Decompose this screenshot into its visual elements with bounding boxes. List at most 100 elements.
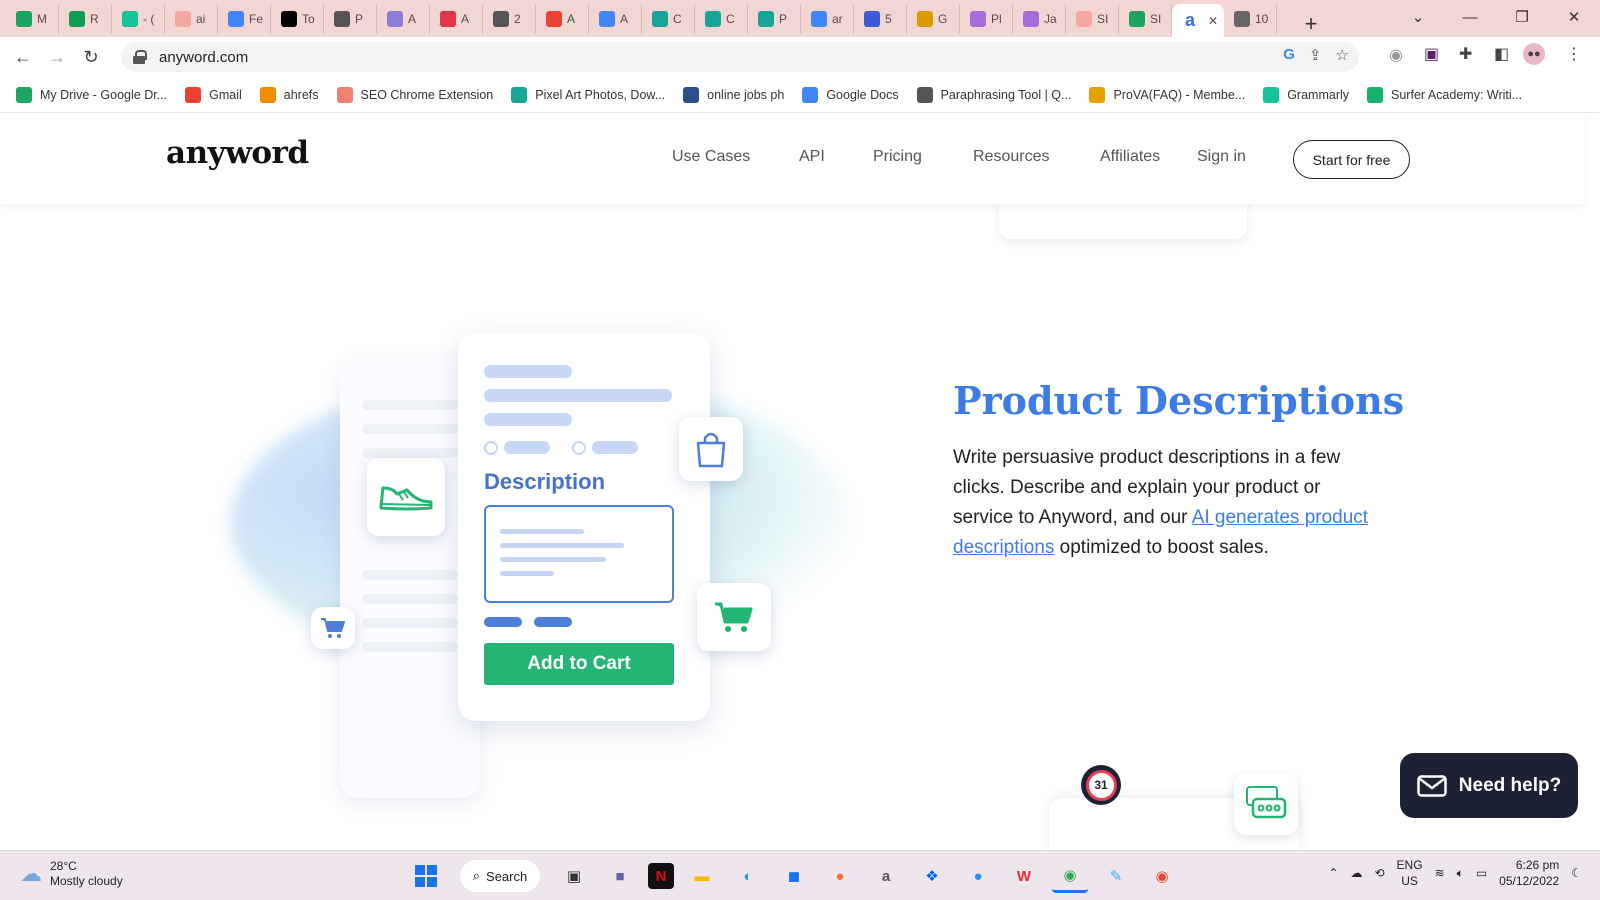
bookmark-item[interactable]: ProVA(FAQ) - Membe...: [1089, 86, 1245, 103]
bookmark-item[interactable]: Surfer Academy: Writi...: [1367, 86, 1522, 103]
tab[interactable]: P: [324, 3, 377, 34]
tab[interactable]: ai: [165, 3, 218, 34]
volume-icon[interactable]: 🔈︎: [1457, 866, 1464, 881]
nav-resources[interactable]: Resources: [973, 148, 1049, 166]
windows-start-icon[interactable]: [408, 859, 444, 893]
tab-label: C: [673, 11, 682, 26]
dropbox-icon[interactable]: ❖: [914, 859, 950, 893]
new-tab-button[interactable]: +: [1299, 11, 1323, 37]
battery-icon[interactable]: ▭: [1476, 866, 1487, 880]
nav-affiliates[interactable]: Affiliates: [1100, 148, 1160, 166]
amazon-icon[interactable]: a: [868, 859, 904, 893]
bookmark-item[interactable]: My Drive - Google Dr...: [16, 86, 167, 103]
radio-icon: [484, 441, 498, 455]
side-panel-icon[interactable]: ◧: [1494, 44, 1509, 64]
page-content: anyword Use Cases API Pricing Resources …: [0, 113, 1600, 850]
bookmark-item[interactable]: online jobs ph: [683, 86, 784, 103]
chrome-icon[interactable]: ◉: [1052, 859, 1088, 893]
clock[interactable]: 6:26 pm 05/12/2022: [1499, 857, 1559, 889]
tab[interactable]: 10: [1224, 3, 1277, 34]
bookmark-item[interactable]: Paraphrasing Tool | Q...: [916, 86, 1071, 103]
tab[interactable]: Ja: [1013, 3, 1066, 34]
anyword-logo[interactable]: anyword: [166, 135, 309, 171]
onedrive-icon[interactable]: ☁: [1350, 866, 1362, 880]
bookmark-item[interactable]: Grammarly: [1263, 86, 1349, 103]
tab[interactable]: A: [377, 3, 430, 34]
task-view-icon[interactable]: ▣: [556, 859, 592, 893]
bookmark-item[interactable]: Gmail: [185, 86, 242, 103]
bookmark-star-icon[interactable]: ☆: [1336, 46, 1349, 64]
start-for-free-button[interactable]: Start for free: [1293, 140, 1410, 179]
tab[interactable]: R: [59, 3, 112, 34]
teams-chat-icon[interactable]: ■: [602, 859, 638, 893]
tab-search-icon[interactable]: ⌄: [1392, 8, 1444, 26]
bookmark-item[interactable]: Pixel Art Photos, Dow...: [511, 86, 665, 103]
url-text[interactable]: anyword.com: [159, 49, 248, 66]
weather-widget[interactable]: ☁ 28°C Mostly cloudy: [20, 859, 123, 889]
nav-use-cases[interactable]: Use Cases: [672, 148, 750, 166]
firefox-icon[interactable]: ●: [822, 859, 858, 893]
wifi-icon[interactable]: ≋: [1435, 866, 1445, 880]
tab[interactable]: SI: [1119, 3, 1172, 34]
need-help-button[interactable]: Need help?: [1400, 753, 1578, 818]
nav-sign-in[interactable]: Sign in: [1197, 148, 1246, 166]
tab[interactable]: P: [748, 3, 801, 34]
language-indicator[interactable]: ENG US: [1397, 857, 1423, 889]
back-icon[interactable]: ←: [6, 47, 40, 68]
bookmarks-bar: My Drive - Google Dr... Gmail ahrefs SEO Ch…: [0, 77, 1600, 113]
bookmark-label: SEO Chrome Extension: [360, 87, 494, 102]
menu-icon[interactable]: ⋮: [1566, 44, 1582, 64]
wps-office-icon[interactable]: W: [1006, 859, 1042, 893]
zyro-icon: [440, 10, 456, 27]
tab[interactable]: C: [695, 3, 748, 34]
lock-icon[interactable]: [133, 50, 147, 64]
chevron-up-icon[interactable]: ⌃: [1328, 866, 1338, 880]
tab[interactable]: C: [642, 3, 695, 34]
edge-icon[interactable]: ◐: [730, 859, 766, 893]
tab[interactable]: ar: [801, 3, 854, 34]
tab[interactable]: To: [271, 3, 324, 34]
grammarly-extension-icon[interactable]: ◉: [1389, 45, 1403, 65]
tab[interactable]: A: [589, 3, 642, 34]
share-icon[interactable]: ⇪: [1309, 46, 1322, 64]
address-bar[interactable]: anyword.com G ⇪ ☆: [121, 42, 1359, 72]
bookmark-item[interactable]: SEO Chrome Extension: [336, 86, 494, 103]
tab[interactable]: - (: [112, 3, 165, 34]
notifications-icon[interactable]: ☾: [1571, 866, 1582, 880]
close-window-icon[interactable]: ✕: [1548, 8, 1600, 26]
number-badge: 31: [1081, 765, 1121, 805]
tab[interactable]: Pl: [960, 3, 1013, 34]
tab[interactable]: M: [6, 3, 59, 34]
avatar[interactable]: ●●: [1523, 43, 1545, 65]
sync-icon[interactable]: ⟲: [1374, 866, 1384, 880]
tab[interactable]: A: [536, 3, 589, 34]
reload-icon[interactable]: ↻: [74, 47, 108, 68]
extension-icon[interactable]: ▣: [1424, 44, 1439, 64]
tab[interactable]: 2: [483, 3, 536, 34]
ms-store-icon[interactable]: ◼: [776, 859, 812, 893]
bookmark-item[interactable]: Google Docs: [802, 86, 899, 103]
file-explorer-icon[interactable]: ▬: [684, 859, 720, 893]
zoom-icon[interactable]: ●: [960, 859, 996, 893]
chrome-profile-icon[interactable]: ◉: [1144, 859, 1180, 893]
puzzle-icon[interactable]: ✚: [1459, 44, 1472, 64]
nav-api[interactable]: API: [799, 148, 825, 166]
minimize-icon[interactable]: —: [1444, 9, 1496, 26]
restore-icon[interactable]: ❐: [1496, 8, 1548, 26]
netflix-icon[interactable]: N: [648, 863, 674, 889]
taskbar-search[interactable]: ⌕ Search: [460, 860, 540, 892]
scrollbar[interactable]: [1584, 113, 1600, 850]
tab[interactable]: Fe: [218, 3, 271, 34]
google-lens-icon[interactable]: G: [1283, 46, 1295, 64]
bookmark-item[interactable]: ahrefs: [259, 86, 319, 103]
tab[interactable]: 5: [854, 3, 907, 34]
tab-active[interactable]: a ✕: [1172, 4, 1224, 37]
tab[interactable]: SI: [1066, 3, 1119, 34]
nav-pricing[interactable]: Pricing: [873, 148, 922, 166]
close-tab-icon[interactable]: ✕: [1208, 14, 1218, 28]
taskbar-apps: ⌕ Search ▣ ■ N ▬ ◐ ◼ ● a ❖ ● W ◉ ✎ ◉: [408, 859, 1180, 893]
tab[interactable]: A: [430, 3, 483, 34]
tab[interactable]: G: [907, 3, 960, 34]
paint-icon[interactable]: ✎: [1098, 859, 1134, 893]
forward-icon[interactable]: →: [40, 47, 74, 68]
